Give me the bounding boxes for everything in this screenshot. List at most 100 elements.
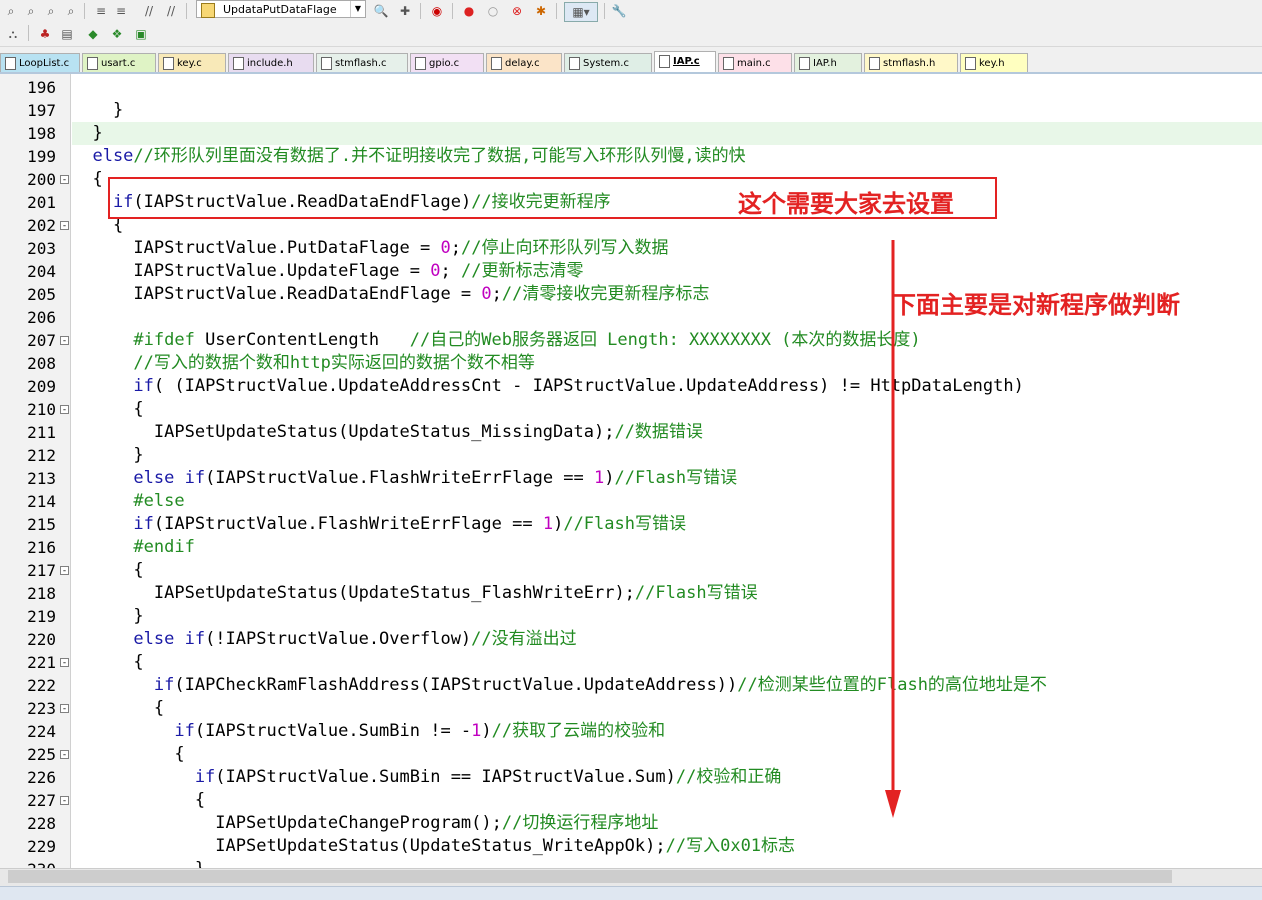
uncomment-icon[interactable]: // [162, 2, 180, 20]
disable-breakpoint-icon[interactable]: ○ [484, 2, 502, 20]
find-prev-icon[interactable]: ⌕ [22, 2, 40, 20]
window-layout-icon[interactable]: ▦▾ [564, 2, 598, 22]
fold-toggle-icon[interactable]: - [60, 658, 69, 668]
fold-toggle-icon[interactable]: - [60, 796, 69, 806]
code-line[interactable]: { [72, 697, 1262, 720]
fold-toggle-icon[interactable]: - [60, 405, 69, 415]
code-token: else if [72, 629, 206, 649]
code-line[interactable]: //写入的数据个数和http实际返回的数据个数不相等 [72, 352, 1262, 375]
code-token: //Flash写错误 [563, 514, 686, 534]
code-line[interactable]: } [72, 605, 1262, 628]
indent-icon[interactable]: ≡ [92, 2, 110, 20]
tab-label: IAP.h [813, 58, 837, 69]
code-token: } [72, 100, 124, 120]
code-line[interactable]: IAPSetUpdateStatus(UpdateStatus_WriteApp… [72, 835, 1262, 858]
download-icon[interactable]: ◆ [84, 25, 102, 43]
build-icon[interactable]: ♣ [36, 25, 54, 43]
clear-breakpoints-icon[interactable]: ⊗ [508, 2, 526, 20]
tab-stmflash-c[interactable]: stmflash.c [316, 53, 408, 72]
code-token: (!IAPStructValue.Overflow) [205, 629, 472, 649]
code-line[interactable]: #else [72, 490, 1262, 513]
code-line[interactable]: IAPStructValue.PutDataFlage = 0;//停止向环形队… [72, 237, 1262, 260]
code-line[interactable]: else if(IAPStructValue.FlashWriteErrFlag… [72, 467, 1262, 490]
code-line[interactable]: if(IAPCheckRamFlashAddress(IAPStructValu… [72, 674, 1262, 697]
code-line[interactable]: { [72, 559, 1262, 582]
tab-key-h[interactable]: key.h [960, 53, 1028, 72]
code-line[interactable]: { [72, 398, 1262, 421]
code-line[interactable]: else if(!IAPStructValue.Overflow)//没有溢出过 [72, 628, 1262, 651]
fold-toggle-icon[interactable]: - [60, 704, 69, 714]
code-line[interactable]: } [72, 99, 1262, 122]
line-number: 208 [27, 354, 56, 373]
function-combo[interactable]: UpdataPutDataFlage ▼ [196, 0, 366, 18]
comment-icon[interactable]: // [140, 2, 158, 20]
rebuild-icon[interactable]: ▤ [58, 25, 76, 43]
code-token: //Flash写错误 [614, 468, 738, 488]
code-line[interactable]: IAPStructValue.UpdateFlage = 0; //更新标志清零 [72, 260, 1262, 283]
wrench-icon[interactable]: 🔧 [610, 2, 628, 20]
code-editor[interactable]: 196 197 198 199 200-201 202-203 204 205 206 207-2… [0, 74, 1262, 868]
file-icon [321, 57, 332, 70]
fold-toggle-icon[interactable]: - [60, 336, 69, 346]
code-line[interactable]: IAPSetUpdateStatus(UpdateStatus_FlashWri… [72, 582, 1262, 605]
fold-toggle-icon[interactable]: - [60, 221, 69, 231]
fold-toggle-icon[interactable]: - [60, 175, 69, 185]
tab-stmflash-h[interactable]: stmflash.h [864, 53, 958, 72]
code-line[interactable]: #endif [72, 536, 1262, 559]
tab-iap-c[interactable]: IAP.c [654, 51, 716, 72]
horizontal-scrollbar-thumb[interactable] [8, 870, 1172, 883]
breakpoint-icon[interactable]: ● [460, 2, 478, 20]
code-line[interactable]: IAPSetUpdateStatus(UpdateStatus_MissingD… [72, 421, 1262, 444]
code-line[interactable]: } [72, 858, 1262, 868]
line-number: 218 [27, 584, 56, 603]
fold-toggle-icon[interactable]: - [60, 750, 69, 760]
chevron-down-icon[interactable]: ▼ [350, 1, 365, 17]
incremental-find-icon[interactable]: ✚ [396, 2, 414, 20]
code-token: //自己的Web服务器返回 Length: XXXXXXXX (本次的数据长度) [409, 330, 921, 350]
tab-label: usart.c [101, 58, 136, 69]
line-number: 229 [27, 837, 56, 856]
find-in-files-icon[interactable]: 🔍 [372, 2, 390, 20]
unindent-icon[interactable]: ≡ [112, 2, 130, 20]
code-token: 0 [430, 261, 441, 281]
tab-iap-h[interactable]: IAP.h [794, 53, 862, 72]
code-line[interactable]: if(IAPStructValue.SumBin == IAPStructVal… [72, 766, 1262, 789]
kill-breakpoints-icon[interactable]: ✱ [532, 2, 550, 20]
code-line[interactable]: #ifdef UserContentLength //自己的Web服务器返回 L… [72, 329, 1262, 352]
code-line[interactable]: if( (IAPStructValue.UpdateAddressCnt - I… [72, 375, 1262, 398]
code-token: #else [72, 491, 185, 511]
line-number: 209 [27, 377, 56, 396]
tab-main-c[interactable]: main.c [718, 53, 792, 72]
code-line[interactable]: if(IAPStructValue.FlashWriteErrFlage == … [72, 513, 1262, 536]
find-all-icon[interactable]: ⌕ [62, 2, 80, 20]
code-token: IAPStructValue.UpdateFlage = [72, 261, 431, 281]
code-token: (IAPStructValue.SumBin != - [194, 721, 472, 741]
find-next-icon[interactable]: ⌕ [42, 2, 60, 20]
tab-include-h[interactable]: include.h [228, 53, 314, 72]
debug-session-icon[interactable]: ◉ [428, 2, 446, 20]
code-line[interactable]: IAPSetUpdateChangeProgram();//切换运行程序地址 [72, 812, 1262, 835]
code-line[interactable]: } [72, 444, 1262, 467]
code-line[interactable]: { [72, 651, 1262, 674]
tab-gpio-c[interactable]: gpio.c [410, 53, 484, 72]
code-line[interactable]: } [72, 122, 1262, 145]
line-number: 217 [27, 561, 56, 580]
code-line[interactable]: { [72, 743, 1262, 766]
tab-delay-c[interactable]: delay.c [486, 53, 562, 72]
project-window-icon[interactable]: ⛬ [4, 25, 22, 43]
manage-components-icon[interactable]: ▣ [132, 25, 150, 43]
find-icon[interactable]: ⌕ [2, 2, 20, 20]
line-number: 221 [27, 653, 56, 672]
tab-system-c[interactable]: System.c [564, 53, 652, 72]
tab-key-c[interactable]: key.c [158, 53, 226, 72]
tab-looplist-c[interactable]: LoopList.c [0, 53, 80, 72]
fold-toggle-icon[interactable]: - [60, 566, 69, 576]
code-line[interactable]: { [72, 789, 1262, 812]
code-line[interactable]: else//环形队列里面没有数据了.并不证明接收完了数据,可能写入环形队列慢,读… [72, 145, 1262, 168]
tab-usart-c[interactable]: usart.c [82, 53, 156, 72]
code-line[interactable] [72, 76, 1262, 99]
code-token: //环形队列里面没有数据了.并不证明接收完了数据,可能写入环形队列慢,读的快 [133, 146, 746, 166]
code-line[interactable]: if(IAPStructValue.SumBin != -1)//获取了云端的校… [72, 720, 1262, 743]
toolbar-divider [420, 3, 421, 19]
options-icon[interactable]: ❖ [108, 25, 126, 43]
